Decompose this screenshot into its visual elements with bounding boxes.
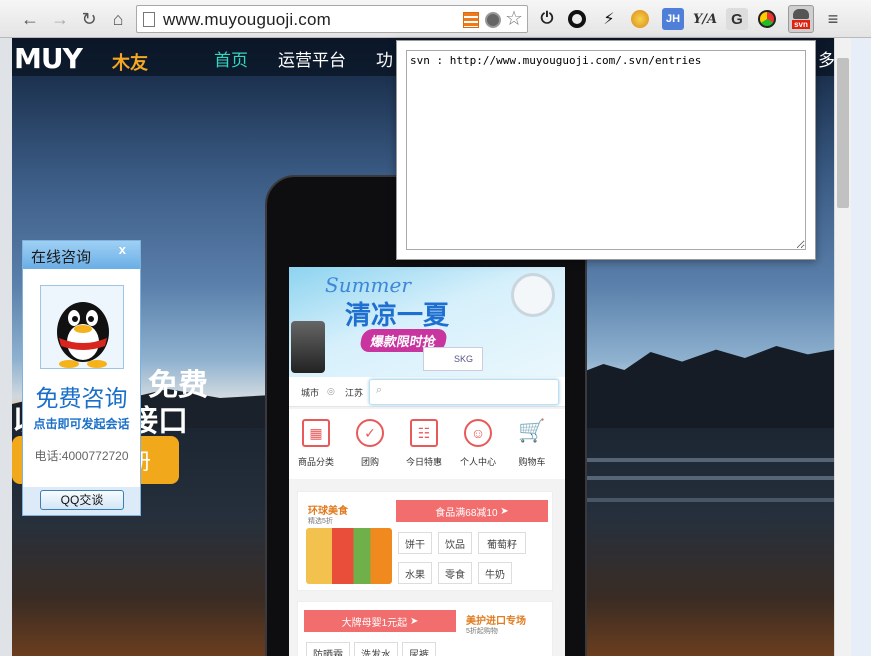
icon-deals-label: 今日特惠 xyxy=(405,457,442,467)
forward-icon[interactable]: → xyxy=(48,7,72,31)
fruit-icon[interactable] xyxy=(631,10,649,28)
home-icon[interactable]: ⌂ xyxy=(106,7,130,31)
chip-diapers[interactable]: 尿裤 xyxy=(402,642,436,656)
svn-extension-button[interactable]: svn xyxy=(788,5,814,33)
nav-home[interactable]: 首页 xyxy=(214,46,248,71)
g-icon[interactable]: G xyxy=(726,8,748,30)
consult-title: 在线咨询 xyxy=(31,249,92,266)
consult-close-icon[interactable]: x xyxy=(119,242,126,257)
svn-output-textarea[interactable]: svn : http://www.muyouguoji.com/.svn/ent… xyxy=(406,50,806,250)
menu-icon[interactable]: ≡ xyxy=(822,8,844,30)
qq-chat-button[interactable]: QQ交谈 xyxy=(40,490,124,510)
consult-phone: 电话:4000772720 xyxy=(34,449,129,463)
search-icon: ⌕ xyxy=(376,384,383,396)
icon-cart[interactable]: 🛒 购物车 xyxy=(505,419,559,468)
food-image xyxy=(306,528,392,584)
qq-penguin-avatar[interactable] xyxy=(40,285,124,369)
icon-categories[interactable]: ▦ 商品分类 xyxy=(289,419,343,468)
chip-snacks[interactable]: 零食 xyxy=(438,562,472,584)
beauty-card-subtitle: 5折起购物 xyxy=(466,628,498,635)
city-search-bar: 城市 ◎ 江苏 ⌕ xyxy=(289,377,565,407)
site-logo-cn: 木友 xyxy=(112,53,148,73)
ring-icon[interactable] xyxy=(568,10,586,28)
chip-fruit[interactable]: 水果 xyxy=(398,562,432,584)
beauty-card[interactable]: 大牌母婴1元起 ➤ 美护进口专场 5折起购物 防晒霜 洗发水 尿裤 xyxy=(297,601,553,656)
summer-banner[interactable]: Summer 清凉一夏 爆款限时抢 SKG xyxy=(289,267,565,377)
appliance-image: SKG xyxy=(423,347,483,371)
svn-head-icon xyxy=(793,9,809,19)
phone-screen: Summer 清凉一夏 爆款限时抢 SKG 城市 ◎ 江苏 ⌕ ▦ 商品分类 ✓ 团… xyxy=(289,267,565,656)
fan-image xyxy=(511,273,555,317)
banner-brand: SKG xyxy=(454,354,474,364)
banner-title: 清凉一夏 xyxy=(345,300,450,330)
city-label: 城市 xyxy=(301,388,320,398)
left-frame xyxy=(0,38,12,656)
category-icons: ▦ 商品分类 ✓ 团购 ☷ 今日特惠 ☺ 个人中心 🛒 购物车 xyxy=(289,409,565,479)
lightning-icon[interactable]: ⚡ xyxy=(598,8,620,30)
right-frame xyxy=(851,38,871,656)
beauty-card-title: 美护进口专场 xyxy=(466,616,526,627)
svn-label: svn xyxy=(792,20,810,29)
chip-shampoo[interactable]: 洗发水 xyxy=(354,642,398,656)
consult-body: 免费咨询 点击即可发起会话 电话:4000772720 xyxy=(23,269,140,487)
nav-more[interactable]: 多 xyxy=(818,46,834,71)
banner-summer: Summer xyxy=(325,273,411,297)
consult-cta[interactable]: 点击即可发起会话 xyxy=(23,415,140,432)
back-icon[interactable]: ← xyxy=(18,7,42,31)
script-icon[interactable]: Y/A xyxy=(693,8,717,30)
power-icon[interactable]: ⏻ xyxy=(536,8,558,30)
url-text: www.muyouguoji.com xyxy=(163,10,331,29)
cart-icon: 🛒 xyxy=(518,418,546,443)
baby-promo-button[interactable]: 大牌母婴1元起 ➤ xyxy=(304,610,456,632)
chip-milk[interactable]: 牛奶 xyxy=(478,562,512,584)
grid-icon: ▦ xyxy=(302,419,330,447)
g-label: G xyxy=(731,10,743,28)
user-icon: ☺ xyxy=(464,419,492,447)
reload-icon[interactable]: ↻ xyxy=(77,7,101,31)
icon-categories-label: 商品分类 xyxy=(297,457,334,467)
icon-cart-label: 购物车 xyxy=(518,457,546,467)
phone-search-input[interactable]: ⌕ xyxy=(369,379,559,405)
color-wheel-icon[interactable] xyxy=(758,10,776,28)
page-icon xyxy=(143,12,155,27)
chip-sunscreen[interactable]: 防晒霜 xyxy=(306,642,350,656)
baby-promo-label: 大牌母婴1元起 xyxy=(341,617,408,629)
city-value[interactable]: 江苏 xyxy=(345,386,363,399)
icon-groupbuy[interactable]: ✓ 团购 xyxy=(343,419,397,468)
icon-profile-label: 个人中心 xyxy=(459,457,496,467)
group-buy-icon: ✓ xyxy=(356,419,384,447)
site-logo[interactable]: MUY xyxy=(14,42,83,75)
consult-headline: 免费咨询 xyxy=(35,385,128,411)
food-card-subtitle: 精选5折 xyxy=(308,518,333,525)
compass-icon[interactable] xyxy=(485,12,501,28)
jh-label: JH xyxy=(665,13,681,25)
vertical-scrollbar[interactable] xyxy=(834,38,851,656)
address-bar[interactable]: www.muyouguoji.com ☆ xyxy=(136,5,528,33)
penguin-icon xyxy=(57,302,109,368)
icon-groupbuy-label: 团购 xyxy=(360,457,379,467)
icon-profile[interactable]: ☺ 个人中心 xyxy=(451,419,505,468)
food-card[interactable]: 环球美食 精选5折 食品满68减10 ➤ 饼干 饮品 葡萄籽 水果 零食 牛奶 xyxy=(297,491,553,591)
browser-toolbar: ← → ↻ ⌂ www.muyouguoji.com ☆ ⏻ ⚡ JH Y/A … xyxy=(0,0,871,38)
chip-biscuit[interactable]: 饼干 xyxy=(398,532,432,554)
light-reflection xyxy=(552,458,834,462)
icon-deals[interactable]: ☷ 今日特惠 xyxy=(397,419,451,468)
location-pin-icon: ◎ xyxy=(327,386,335,396)
feed-icon[interactable] xyxy=(463,12,479,28)
svn-popup: svn : http://www.muyouguoji.com/.svn/ent… xyxy=(396,40,816,260)
food-card-title: 环球美食 xyxy=(308,506,348,517)
jh-icon[interactable]: JH xyxy=(662,8,684,30)
food-promo-label: 食品满68减10 xyxy=(435,507,498,519)
consult-header: 在线咨询 x xyxy=(23,241,140,269)
online-consult-widget: 在线咨询 x 免费咨询 点击即可发起会话 电话:4000772720 QQ交谈 xyxy=(22,240,141,516)
juicer-image xyxy=(291,321,325,373)
scrollbar-thumb[interactable] xyxy=(837,58,849,208)
food-promo-button[interactable]: 食品满68减10 ➤ xyxy=(396,500,548,522)
nav-features[interactable]: 功 xyxy=(376,46,393,71)
star-icon[interactable]: ☆ xyxy=(505,9,523,29)
calendar-icon: ☷ xyxy=(410,419,438,447)
nav-operations[interactable]: 运营平台 xyxy=(278,46,346,71)
chip-grapeseed[interactable]: 葡萄籽 xyxy=(478,532,526,554)
chip-drinks[interactable]: 饮品 xyxy=(438,532,472,554)
